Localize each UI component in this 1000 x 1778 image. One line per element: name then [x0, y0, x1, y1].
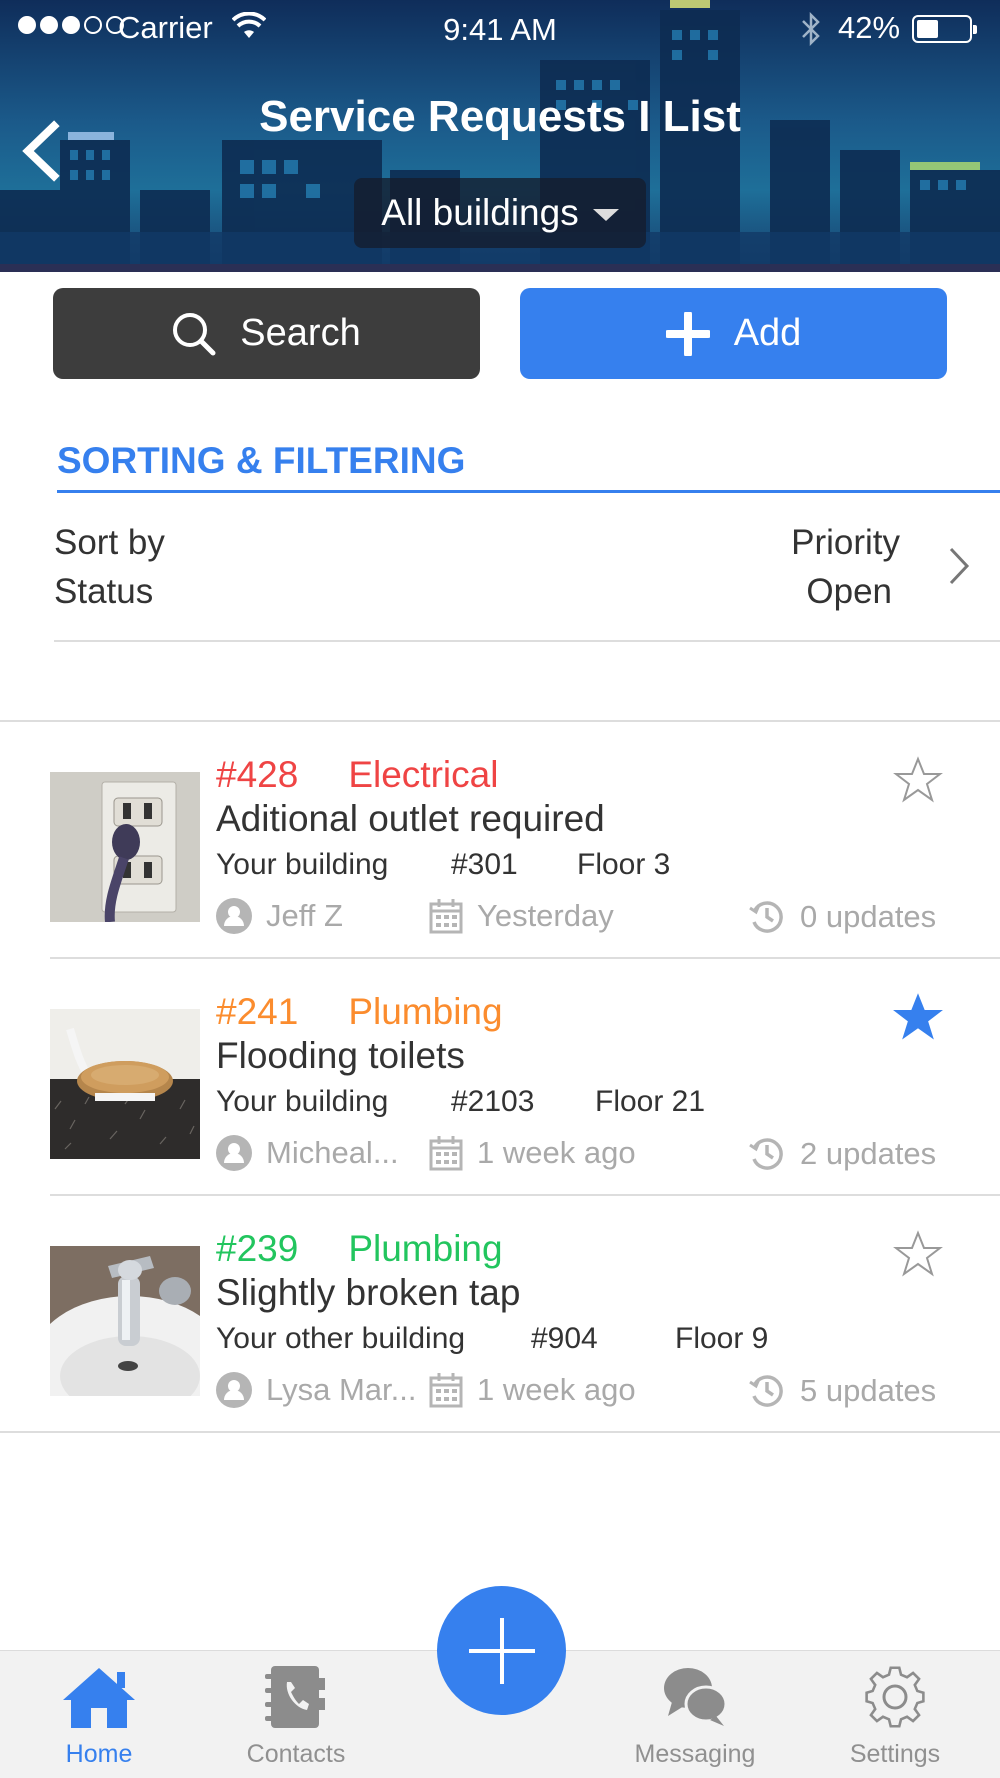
request-list-item[interactable]: #428 Electrical Aditional outlet required… — [0, 722, 1000, 959]
sort-value: Priority — [791, 523, 900, 562]
request-title: Slightly broken tap — [216, 1272, 521, 1313]
request-list-item[interactable]: #239 Plumbing Slightly broken tap Your ot… — [0, 1196, 1000, 1433]
assignee: Jeff Z — [216, 898, 343, 934]
history-clock-icon — [749, 1375, 783, 1407]
status-label: Status — [54, 572, 154, 611]
tab-home-label: Home — [65, 1740, 133, 1768]
chat-bubbles-icon — [664, 1668, 728, 1726]
request-category: Electrical — [348, 754, 499, 795]
sorting-section-title: SORTING & FILTERING — [57, 440, 466, 481]
calendar-icon — [429, 899, 463, 934]
floor-label: Floor 9 — [675, 1322, 769, 1355]
assignee-name: Lysa Mar... — [266, 1372, 417, 1407]
status-bar: Carrier 9:41 AM 42% — [0, 0, 1000, 58]
person-icon — [216, 898, 252, 934]
date-label: Yesterday — [477, 898, 614, 933]
page-title: Service Requests I List — [259, 92, 741, 141]
request-header: #239 Plumbing — [216, 1228, 503, 1270]
sort-by-label: Sort by — [54, 523, 165, 562]
unit-number: #904 — [531, 1322, 598, 1355]
request-date: Yesterday — [429, 898, 614, 934]
updates-label: 0 updates — [800, 899, 937, 934]
search-icon — [173, 312, 216, 355]
battery-percent: 42% — [838, 10, 901, 45]
status-value: Open — [806, 572, 892, 611]
request-date: 1 week ago — [429, 1372, 636, 1408]
updates-label: 2 updates — [800, 1136, 937, 1171]
tab-settings-label: Settings — [849, 1740, 941, 1768]
update-count: 2 updates — [748, 1135, 936, 1173]
sort-labels: Sort by Status — [54, 518, 165, 616]
assignee-name: Jeff Z — [266, 898, 343, 933]
request-header: #241 Plumbing — [216, 991, 503, 1033]
request-date: 1 week ago — [429, 1135, 636, 1171]
building-name: Your other building — [216, 1322, 466, 1355]
contacts-book-icon — [265, 1666, 325, 1728]
request-number: #241 — [216, 991, 299, 1032]
sort-filter-row[interactable]: Sort by Status Priority Open — [54, 510, 1000, 642]
floating-add-button[interactable] — [437, 1586, 566, 1715]
star-outline-icon[interactable] — [893, 1230, 943, 1278]
history-clock-icon — [749, 901, 783, 933]
unit-number: #2103 — [451, 1085, 535, 1118]
request-meta: Jeff Z Yesterday 0 updates — [216, 898, 996, 938]
calendar-icon — [429, 1373, 463, 1408]
tab-contacts-label: Contacts — [246, 1740, 346, 1768]
floor-label: Floor 21 — [595, 1085, 706, 1118]
sort-values: Priority Open — [791, 518, 900, 616]
unit-number: #301 — [451, 848, 518, 881]
tab-messaging[interactable]: Messaging — [625, 1664, 765, 1769]
tab-contacts[interactable]: Contacts — [226, 1664, 366, 1769]
add-button[interactable]: Add — [520, 288, 947, 379]
assignee: Lysa Mar... — [216, 1372, 416, 1408]
floor-label: Floor 3 — [577, 848, 671, 881]
tab-home[interactable]: Home — [29, 1664, 169, 1769]
battery-icon — [912, 15, 977, 43]
building-name: Your building — [216, 848, 389, 881]
caret-down-icon — [592, 209, 619, 221]
calendar-icon — [429, 1136, 463, 1171]
home-icon — [63, 1668, 135, 1728]
request-meta: Micheal... 1 week ago 2 updates — [216, 1135, 996, 1175]
star-filled-icon[interactable] — [893, 993, 943, 1041]
updates-label: 5 updates — [800, 1373, 937, 1408]
star-outline-icon[interactable] — [893, 756, 943, 804]
tab-settings[interactable]: Settings — [825, 1664, 965, 1769]
request-number: #428 — [216, 754, 299, 795]
history-clock-icon — [749, 1138, 783, 1170]
header-banner: Carrier 9:41 AM 42% Service Requests I L… — [0, 0, 1000, 272]
update-count: 0 updates — [748, 898, 936, 936]
plus-icon — [665, 311, 710, 356]
toilet-seat-thumbnail — [50, 1009, 200, 1159]
add-button-label: Add — [733, 312, 802, 354]
person-icon — [216, 1372, 252, 1408]
request-list-item[interactable]: #241 Plumbing Flooding toilets Your build… — [0, 959, 1000, 1196]
building-filter-dropdown[interactable]: All buildings — [354, 178, 646, 248]
request-number: #239 — [216, 1228, 299, 1269]
date-label: 1 week ago — [477, 1372, 636, 1407]
section-divider — [57, 490, 1000, 493]
gear-icon — [865, 1666, 925, 1728]
sink-tap-thumbnail — [50, 1246, 200, 1396]
chevron-right-icon — [949, 547, 970, 585]
request-category: Plumbing — [348, 1228, 503, 1269]
update-count: 5 updates — [748, 1372, 936, 1410]
tab-messaging-label: Messaging — [634, 1740, 756, 1768]
assignee-name: Micheal... — [266, 1135, 399, 1170]
plus-icon — [468, 1617, 535, 1684]
request-header: #428 Electrical — [216, 754, 498, 796]
person-icon — [216, 1135, 252, 1171]
search-button[interactable]: Search — [53, 288, 480, 379]
date-label: 1 week ago — [477, 1135, 636, 1170]
request-title: Flooding toilets — [216, 1035, 465, 1076]
request-category: Plumbing — [348, 991, 503, 1032]
request-meta: Lysa Mar... 1 week ago 5 updates — [216, 1372, 996, 1412]
assignee: Micheal... — [216, 1135, 399, 1171]
wall-outlet-thumbnail — [50, 772, 200, 922]
search-button-label: Search — [240, 312, 361, 354]
building-name: Your building — [216, 1085, 389, 1118]
request-title: Aditional outlet required — [216, 798, 605, 839]
building-filter-label: All buildings — [381, 192, 579, 233]
bluetooth-icon — [802, 12, 820, 46]
